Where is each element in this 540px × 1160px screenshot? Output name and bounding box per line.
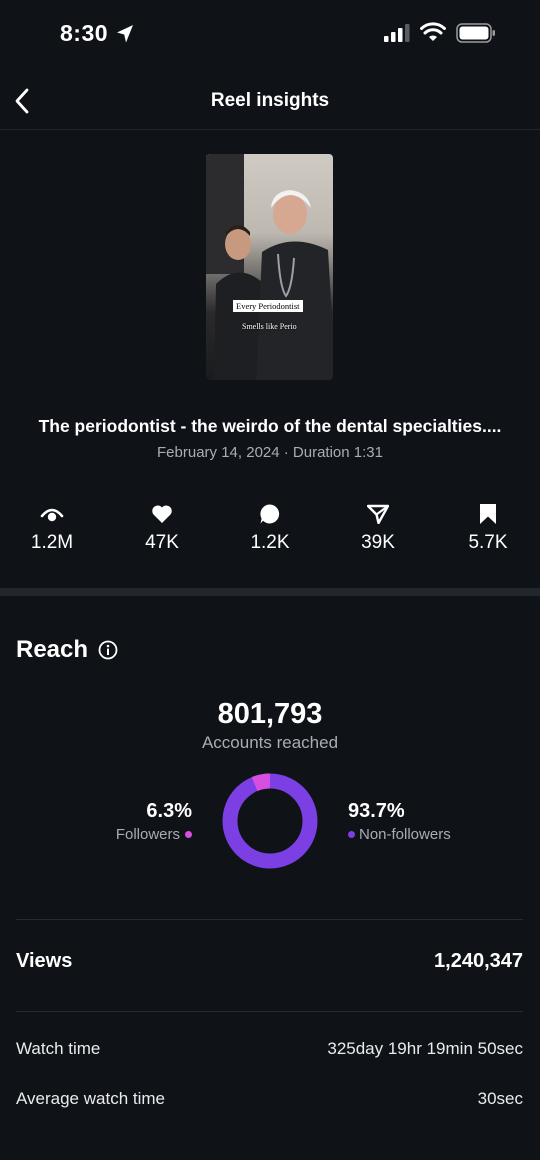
views-row: Views 1,240,347	[16, 950, 523, 973]
section-divider	[0, 588, 540, 596]
stat-likes[interactable]: 47K	[117, 502, 207, 554]
divider	[16, 1011, 523, 1012]
followers-percent: 6.3%	[146, 800, 192, 822]
person-right-image	[256, 190, 333, 380]
accounts-reached-number: 801,793	[217, 698, 323, 730]
reel-title: The periodontist - the weirdo of the den…	[38, 416, 502, 436]
avg-watch-time-row: Average watch time 30sec	[16, 1089, 523, 1109]
watch-time-row: Watch time 325day 19hr 19min 50sec	[16, 1039, 523, 1059]
followers-segment: 6.3% Followers	[116, 800, 192, 843]
location-arrow-icon	[116, 24, 134, 49]
comment-icon	[225, 502, 315, 526]
stat-value: 5.7K	[468, 532, 508, 553]
watch-time-value: 325day 19hr 19min 50sec	[327, 1039, 523, 1058]
watch-time-label: Watch time	[16, 1039, 101, 1058]
nonfollowers-segment: 93.7% Non-followers	[348, 800, 451, 843]
nonfollowers-label: Non-followers	[359, 826, 451, 843]
bookmark-icon	[443, 502, 533, 526]
reach-donut-chart	[222, 773, 318, 869]
wifi-icon	[420, 22, 446, 47]
stat-value: 39K	[361, 532, 395, 553]
followers-label: Followers	[115, 826, 180, 843]
views-value: 1,240,347	[434, 950, 523, 972]
reel-meta: February 14, 2024 · Duration 1:31	[157, 444, 383, 461]
nonfollowers-legend-dot	[348, 831, 355, 838]
status-bar: 8:30	[0, 0, 540, 70]
battery-icon	[456, 23, 496, 48]
avg-watch-time-label: Average watch time	[16, 1089, 165, 1108]
eye-icon	[7, 502, 97, 526]
avg-watch-time-value: 30sec	[477, 1089, 523, 1108]
stat-comments[interactable]: 1.2K	[225, 502, 315, 554]
followers-legend-dot	[185, 831, 192, 838]
stat-saves[interactable]: 5.7K	[443, 502, 533, 554]
stat-value: 1.2K	[250, 532, 290, 553]
reel-thumbnail[interactable]: Every Periodontist Smells like Perio	[206, 154, 333, 380]
divider	[16, 919, 523, 920]
stat-views[interactable]: 1.2M	[7, 502, 97, 554]
reel-caption-line2: Smells like Perio	[242, 322, 297, 331]
reach-header: Reach	[16, 636, 118, 664]
nav-header: Reel insights	[0, 70, 540, 130]
views-label: Views	[16, 950, 73, 972]
page-title: Reel insights	[210, 90, 330, 111]
accounts-reached-label: Accounts reached	[201, 733, 339, 752]
stat-value: 47K	[145, 532, 179, 553]
heart-icon	[117, 502, 207, 526]
reach-title: Reach	[16, 636, 89, 663]
stat-value: 1.2M	[30, 532, 74, 553]
nonfollowers-arc	[222, 773, 318, 869]
cellular-signal-icon	[384, 24, 410, 47]
share-icon	[333, 502, 423, 526]
info-icon[interactable]	[98, 640, 118, 660]
reel-caption-line1: Every Periodontist	[233, 300, 303, 312]
stats-row: 1.2M 47K 1.2K 39K 5.7K	[0, 502, 540, 562]
nonfollowers-percent: 93.7%	[348, 800, 405, 822]
stat-shares[interactable]: 39K	[333, 502, 423, 554]
status-time: 8:30	[60, 20, 109, 46]
